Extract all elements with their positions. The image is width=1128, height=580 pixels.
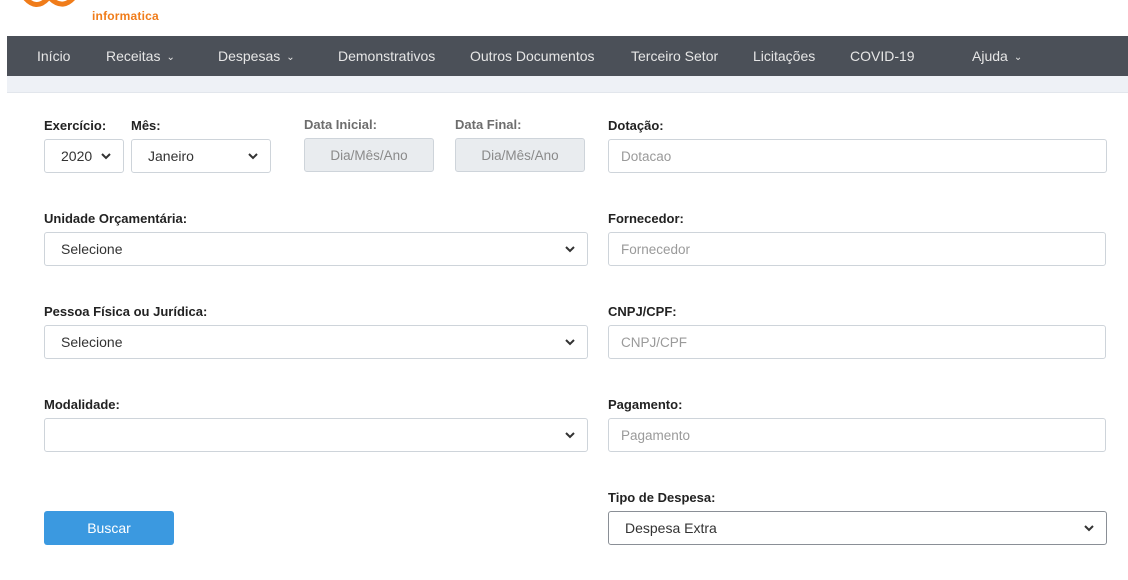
fornecedor-placeholder: Fornecedor [621,241,691,257]
dotacao-label: Dotação: [608,118,664,133]
pagamento-placeholder: Pagamento [621,427,691,443]
fornecedor-label: Fornecedor: [608,211,684,226]
chevron-down-icon: ⌄ [166,52,175,63]
cnpj-label: CNPJ/CPF: [608,304,677,319]
nav-label: Demonstrativos [338,48,436,64]
nav-item-receitas[interactable]: Receitas ⌄ [106,36,175,76]
chevron-down-icon: ⌄ [1013,52,1023,63]
chevron-down-icon [1084,525,1094,532]
nav-item-ajuda[interactable]: Ajuda ⌄ [972,36,1022,76]
pagamento-label: Pagamento: [608,397,683,412]
chevron-down-icon [248,153,258,160]
nav-label: Despesas [218,48,281,64]
nav-label: Receitas [106,48,161,64]
exercicio-label: Exercício: [44,118,107,133]
data-inicial-input[interactable]: Dia/Mês/Ano [304,138,434,172]
mes-select[interactable]: Janeiro [131,139,271,173]
brand: informatica [0,0,300,36]
tipo-despesa-select[interactable]: Despesa Extra [608,511,1107,545]
nav-item-inicio[interactable]: Início [37,36,70,76]
buscar-button[interactable]: Buscar [44,511,174,545]
nav-label: Terceiro Setor [631,48,719,64]
chevron-down-icon: ⌄ [286,52,295,63]
nav-label: Outros Documentos [470,48,595,64]
modalidade-label: Modalidade: [44,397,120,412]
nav-item-outros-documentos[interactable]: Outros Documentos [470,36,595,76]
chevron-down-icon [565,432,575,439]
brand-name: informatica [92,9,159,23]
chevron-down-icon [565,339,575,346]
nav-label: Ajuda [972,48,1008,64]
exercicio-value: 2020 [61,148,93,164]
unidade-label: Unidade Orçamentária: [44,211,188,226]
tipo-despesa-value: Despesa Extra [625,520,717,536]
nav-label: Início [37,48,71,64]
pessoa-value: Selecione [61,334,123,350]
data-final-label: Data Final: [455,117,522,132]
data-inicial-placeholder: Dia/Mês/Ano [330,147,408,163]
tipo-despesa-label: Tipo de Despesa: [608,490,716,505]
pagamento-input[interactable]: Pagamento [608,418,1106,452]
unidade-select[interactable]: Selecione [44,232,588,266]
nav-label: Licitações [753,48,816,64]
modalidade-select[interactable] [44,418,588,452]
nav-item-licitacoes[interactable]: Licitações [753,36,815,76]
nav-item-demonstrativos[interactable]: Demonstrativos [338,36,435,76]
pessoa-select[interactable]: Selecione [44,325,588,359]
data-final-placeholder: Dia/Mês/Ano [481,147,559,163]
mes-value: Janeiro [148,148,194,164]
sub-header-bar [7,76,1128,93]
data-inicial-label: Data Inicial: [304,117,377,132]
nav-label: COVID-19 [850,48,915,64]
nav-item-covid[interactable]: COVID-19 [850,36,915,76]
dotacao-placeholder: Dotacao [621,148,672,164]
pessoa-label: Pessoa Física ou Jurídica: [44,304,208,319]
main-navbar: Início Receitas ⌄ Despesas ⌄ Demonstrativo… [7,36,1128,76]
dotacao-input[interactable]: Dotacao [608,139,1107,173]
cnpj-placeholder: CNPJ/CPF [621,334,688,350]
nav-item-terceiro-setor[interactable]: Terceiro Setor [631,36,718,76]
chevron-down-icon [101,153,111,160]
data-final-input[interactable]: Dia/Mês/Ano [455,138,585,172]
unidade-value: Selecione [61,241,123,257]
nav-item-despesas[interactable]: Despesas ⌄ [218,36,295,76]
brand-logo-icon [23,0,75,7]
mes-label: Mês: [131,118,161,133]
fornecedor-input[interactable]: Fornecedor [608,232,1106,266]
exercicio-select[interactable]: 2020 [44,139,124,173]
cnpj-input[interactable]: CNPJ/CPF [608,325,1106,359]
chevron-down-icon [565,246,575,253]
